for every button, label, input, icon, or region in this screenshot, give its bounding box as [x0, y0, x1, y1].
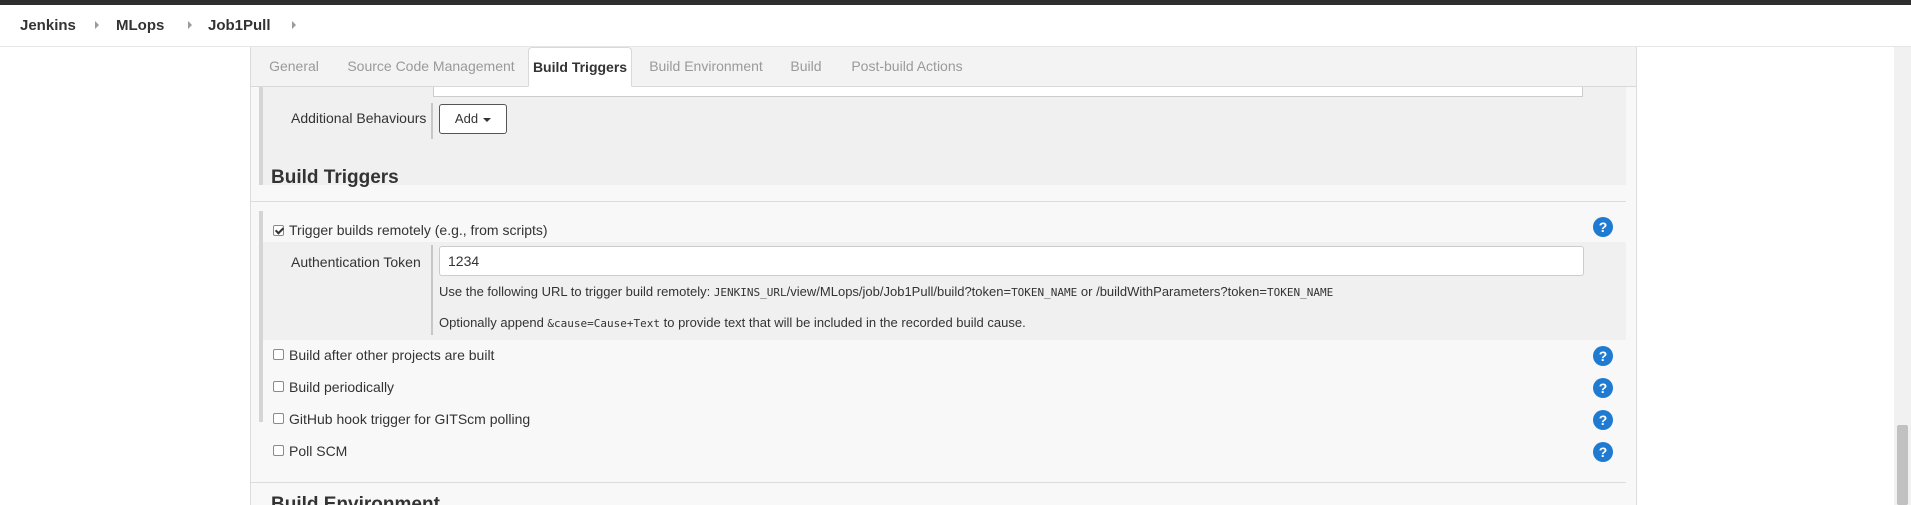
section-divider	[251, 201, 1626, 202]
build-triggers-heading: Build Triggers	[271, 167, 399, 188]
trigger-remotely-checkbox[interactable]	[273, 225, 284, 236]
caret-down-icon	[483, 117, 492, 122]
scm-section-tail	[259, 87, 1626, 185]
build-environment-heading: Build Environment	[271, 494, 440, 505]
section-indent-bar	[259, 87, 263, 185]
additional-behaviours-label: Additional Behaviours	[291, 110, 427, 126]
remote-url-help-text: Use the following URL to trigger build r…	[439, 284, 1333, 299]
cause-code: &cause=Cause+Text	[547, 317, 661, 330]
help-icon[interactable]: ?	[1593, 442, 1613, 462]
token-name-code: TOKEN_NAME	[1266, 286, 1334, 299]
help-icon[interactable]: ?	[1593, 217, 1613, 237]
help-icon[interactable]: ?	[1593, 346, 1613, 366]
tab-build[interactable]: Build	[780, 47, 832, 87]
breadcrumb-chevron-icon[interactable]	[95, 21, 99, 29]
add-behaviour-button[interactable]: Add	[439, 104, 507, 134]
github-hook-trigger-label: GitHub hook trigger for GITScm polling	[289, 411, 531, 427]
breadcrumb-jenkins[interactable]: Jenkins	[20, 17, 76, 34]
cause-help-text: Optionally append &cause=Cause+Text to p…	[439, 315, 1026, 330]
add-button-label: Add	[454, 111, 479, 126]
github-hook-trigger-checkbox[interactable]	[273, 413, 284, 424]
poll-scm-label: Poll SCM	[289, 443, 348, 459]
breadcrumb-chevron-icon[interactable]	[292, 21, 296, 29]
help-icon[interactable]: ?	[1593, 410, 1613, 430]
tab-source-code-management[interactable]: Source Code Management	[345, 47, 517, 87]
scrollbar-thumb[interactable]	[1897, 425, 1908, 505]
field-divider	[431, 103, 433, 139]
trigger-remotely-label: Trigger builds remotely (e.g., from scri…	[289, 222, 548, 238]
tab-build-environment[interactable]: Build Environment	[644, 47, 768, 87]
breadcrumb-job1pull[interactable]: Job1Pull	[208, 17, 271, 34]
tab-build-triggers[interactable]: Build Triggers	[528, 47, 632, 87]
build-periodically-checkbox[interactable]	[273, 381, 284, 392]
auth-token-input[interactable]: 1234	[439, 246, 1584, 276]
build-periodically-label: Build periodically	[289, 379, 395, 395]
remote-url-alt: or /buildWithParameters?token=	[1077, 284, 1267, 299]
poll-scm-checkbox[interactable]	[273, 445, 284, 456]
remote-url-prefix: Use the following URL to trigger build r…	[439, 284, 714, 299]
breadcrumb-mlops[interactable]: MLops	[116, 17, 164, 34]
cause-suffix: to provide text that will be included in…	[660, 315, 1026, 330]
section-divider	[251, 482, 1626, 483]
build-after-other-projects-label: Build after other projects are built	[289, 347, 495, 363]
config-panel: General Source Code Management Build Tri…	[250, 47, 1637, 505]
page-scrollbar[interactable]	[1894, 47, 1911, 505]
auth-token-label: Authentication Token	[291, 254, 421, 270]
tab-post-build-actions[interactable]: Post-build Actions	[843, 47, 971, 87]
config-tab-bar: General Source Code Management Build Tri…	[251, 47, 1636, 87]
breadcrumb: Jenkins MLops Job1Pull	[0, 5, 1911, 47]
scm-field-bottom-edge	[433, 87, 1583, 97]
breadcrumb-chevron-icon[interactable]	[188, 21, 192, 29]
build-after-other-projects-checkbox[interactable]	[273, 349, 284, 360]
remote-url-path: /view/MLops/job/Job1Pull/build?token=	[786, 284, 1012, 299]
token-name-code: TOKEN_NAME	[1011, 286, 1078, 299]
tab-general[interactable]: General	[263, 47, 325, 87]
field-divider	[431, 245, 433, 335]
jenkins-url-code: JENKINS_URL	[713, 286, 787, 299]
help-icon[interactable]: ?	[1593, 378, 1613, 398]
cause-prefix: Optionally append	[439, 315, 548, 330]
